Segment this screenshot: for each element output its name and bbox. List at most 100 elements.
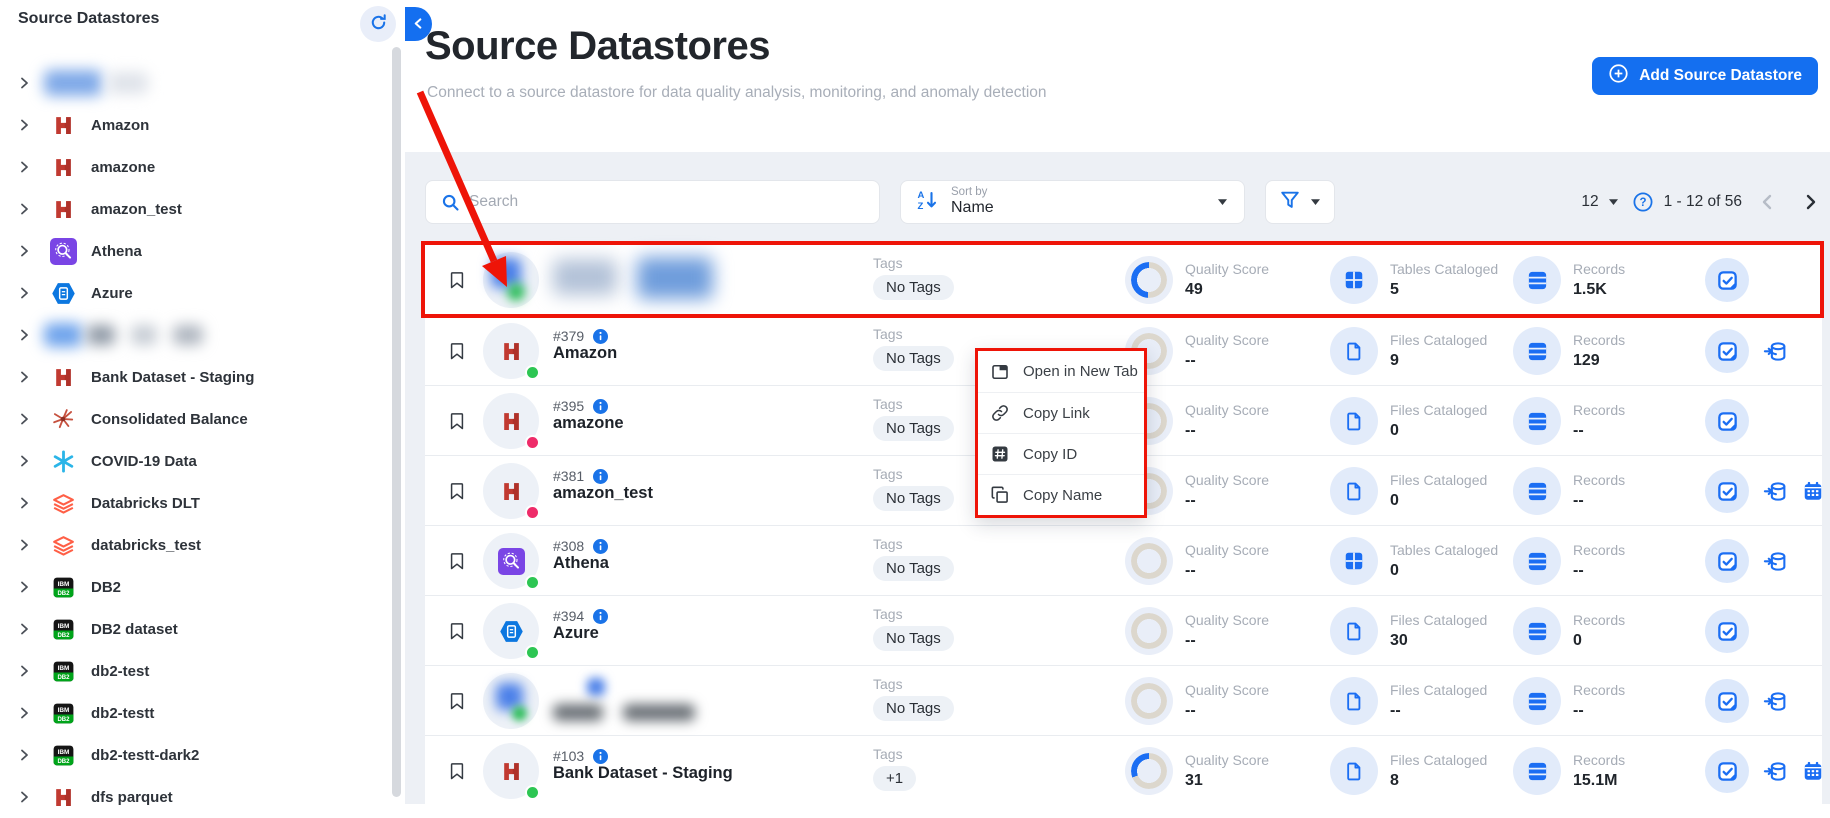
datastore-name[interactable]: Athena (553, 554, 609, 572)
sort-dropdown[interactable]: AZ Sort by Name (900, 180, 1245, 224)
chevron-right-icon[interactable] (18, 747, 34, 763)
checks-icon[interactable] (1705, 609, 1749, 653)
tags-pill[interactable]: No Tags (873, 626, 954, 651)
filter-button[interactable] (1265, 180, 1335, 224)
checks-icon[interactable] (1705, 329, 1749, 373)
next-page-button[interactable] (1804, 194, 1818, 210)
sidebar-item-amazone[interactable]: amazone (0, 146, 390, 188)
datastore-name[interactable]: amazon_test (553, 484, 653, 502)
scan-icon[interactable] (1763, 339, 1788, 364)
chevron-right-icon[interactable] (18, 159, 34, 175)
sidebar-item-db2-dataset[interactable]: IBM DB2 DB2 dataset (0, 608, 390, 650)
datastore-name[interactable]: Amazon (553, 344, 617, 362)
chevron-right-icon[interactable] (18, 789, 34, 805)
calendar-icon[interactable] (1802, 760, 1824, 782)
sidebar-item-databricks-dlt[interactable]: Databricks DLT (0, 482, 390, 524)
scan-icon[interactable] (1763, 549, 1788, 574)
chevron-right-icon[interactable] (18, 285, 34, 301)
datastore-row-blurred[interactable]: Tags No Tags Quality Score -- Files Cataloge… (425, 665, 1822, 735)
chevron-right-icon[interactable] (18, 411, 34, 427)
info-icon[interactable] (593, 608, 609, 624)
menu-item-copy-name[interactable]: Copy Name (978, 474, 1144, 515)
datastore-row-blurred[interactable]: Tags No Tags Quality Score 49 Tables Catalog… (425, 245, 1822, 315)
info-icon[interactable] (593, 748, 609, 764)
tags-pill[interactable]: No Tags (873, 556, 954, 581)
checks-icon[interactable] (1705, 469, 1749, 513)
chevron-right-icon[interactable] (18, 75, 34, 91)
chevron-right-icon[interactable] (18, 327, 34, 343)
info-icon[interactable] (593, 398, 609, 414)
bookmark-icon[interactable] (447, 409, 467, 433)
bookmark-icon[interactable] (447, 759, 467, 783)
refresh-button[interactable] (360, 6, 396, 42)
add-source-datastore-button[interactable]: Add Source Datastore (1592, 57, 1818, 95)
sidebar-item-databricks-test[interactable]: databricks_test (0, 524, 390, 566)
tags-pill[interactable]: +1 (873, 766, 917, 791)
sidebar-scrollbar[interactable] (392, 47, 401, 797)
calendar-icon[interactable] (1802, 480, 1824, 502)
chevron-right-icon[interactable] (18, 579, 34, 595)
chevron-right-icon[interactable] (18, 201, 34, 217)
sidebar-item-bank-dataset-staging[interactable]: Bank Dataset - Staging (0, 356, 390, 398)
search-input[interactable] (461, 192, 879, 212)
checks-icon[interactable] (1705, 679, 1749, 723)
tags-pill[interactable]: No Tags (873, 275, 954, 300)
scan-icon[interactable] (1763, 759, 1788, 784)
sidebar-item-dfs-parquet[interactable]: dfs parquet (0, 776, 390, 818)
previous-page-button[interactable] (1760, 194, 1774, 210)
help-icon[interactable]: ? (1633, 192, 1653, 212)
sidebar-item-db2-test[interactable]: IBM DB2 db2-test (0, 650, 390, 692)
chevron-right-icon[interactable] (18, 495, 34, 511)
bookmark-icon[interactable] (447, 549, 467, 573)
scan-icon[interactable] (1763, 479, 1788, 504)
page-size-select[interactable]: 12 (1581, 193, 1618, 211)
datastore-row-bank-dataset-staging[interactable]: #103 Bank Dataset - Staging Tags +1 Quality … (425, 735, 1822, 805)
sidebar-item-consolidated-balance[interactable]: Consolidated Balance (0, 398, 390, 440)
scan-icon[interactable] (1763, 689, 1788, 714)
chevron-right-icon[interactable] (18, 243, 34, 259)
datastore-row-azure[interactable]: #394 Azure Tags No Tags Quality Score -- Files… (425, 595, 1822, 665)
info-icon[interactable] (593, 328, 609, 344)
chevron-right-icon[interactable] (18, 663, 34, 679)
bookmark-icon[interactable] (447, 619, 467, 643)
sidebar-item-blurred[interactable] (0, 314, 390, 356)
sidebar-item-azure[interactable]: Azure (0, 272, 390, 314)
bookmark-icon[interactable] (447, 268, 467, 292)
info-icon[interactable] (593, 468, 609, 484)
sidebar-item-db2[interactable]: IBM DB2 DB2 (0, 566, 390, 608)
menu-item-open-in-new-tab[interactable]: Open in New Tab (978, 351, 1144, 392)
sidebar-item-amazon-test[interactable]: amazon_test (0, 188, 390, 230)
sidebar-item-db2-testt-dark2[interactable]: IBM DB2 db2-testt-dark2 (0, 734, 390, 776)
menu-item-copy-link[interactable]: Copy Link (978, 392, 1144, 433)
chevron-right-icon[interactable] (18, 117, 34, 133)
checks-icon[interactable] (1705, 399, 1749, 443)
chevron-right-icon[interactable] (18, 705, 34, 721)
bookmark-icon[interactable] (447, 479, 467, 503)
chevron-right-icon[interactable] (18, 537, 34, 553)
checks-icon[interactable] (1705, 749, 1749, 793)
menu-item-copy-id[interactable]: Copy ID (978, 433, 1144, 474)
checks-icon[interactable] (1705, 258, 1749, 302)
datastore-name[interactable]: Azure (553, 624, 599, 642)
databricks-icon (48, 531, 78, 559)
tags-pill[interactable]: No Tags (873, 486, 954, 511)
bookmark-icon[interactable] (447, 689, 467, 713)
bookmark-icon[interactable] (447, 339, 467, 363)
sidebar-item-covid-19-data[interactable]: COVID-19 Data (0, 440, 390, 482)
sidebar-item-athena[interactable]: Athena (0, 230, 390, 272)
tags-pill[interactable]: No Tags (873, 346, 954, 371)
chevron-right-icon[interactable] (18, 369, 34, 385)
info-icon[interactable] (593, 538, 609, 554)
sidebar-item-amazon[interactable]: Amazon (0, 104, 390, 146)
tags-pill[interactable]: No Tags (873, 696, 954, 721)
datastore-name[interactable]: amazone (553, 414, 624, 432)
chevron-right-icon[interactable] (18, 453, 34, 469)
sidebar-item-blurred[interactable] (0, 62, 390, 104)
tags-pill[interactable]: No Tags (873, 416, 954, 441)
checks-icon[interactable] (1705, 539, 1749, 583)
sidebar-item-db2-testt[interactable]: IBM DB2 db2-testt (0, 692, 390, 734)
aws-red-icon (48, 111, 78, 139)
datastore-name[interactable]: Bank Dataset - Staging (553, 764, 733, 782)
datastore-row-athena[interactable]: #308 Athena Tags No Tags Quality Score -- Tabl… (425, 525, 1822, 595)
chevron-right-icon[interactable] (18, 621, 34, 637)
